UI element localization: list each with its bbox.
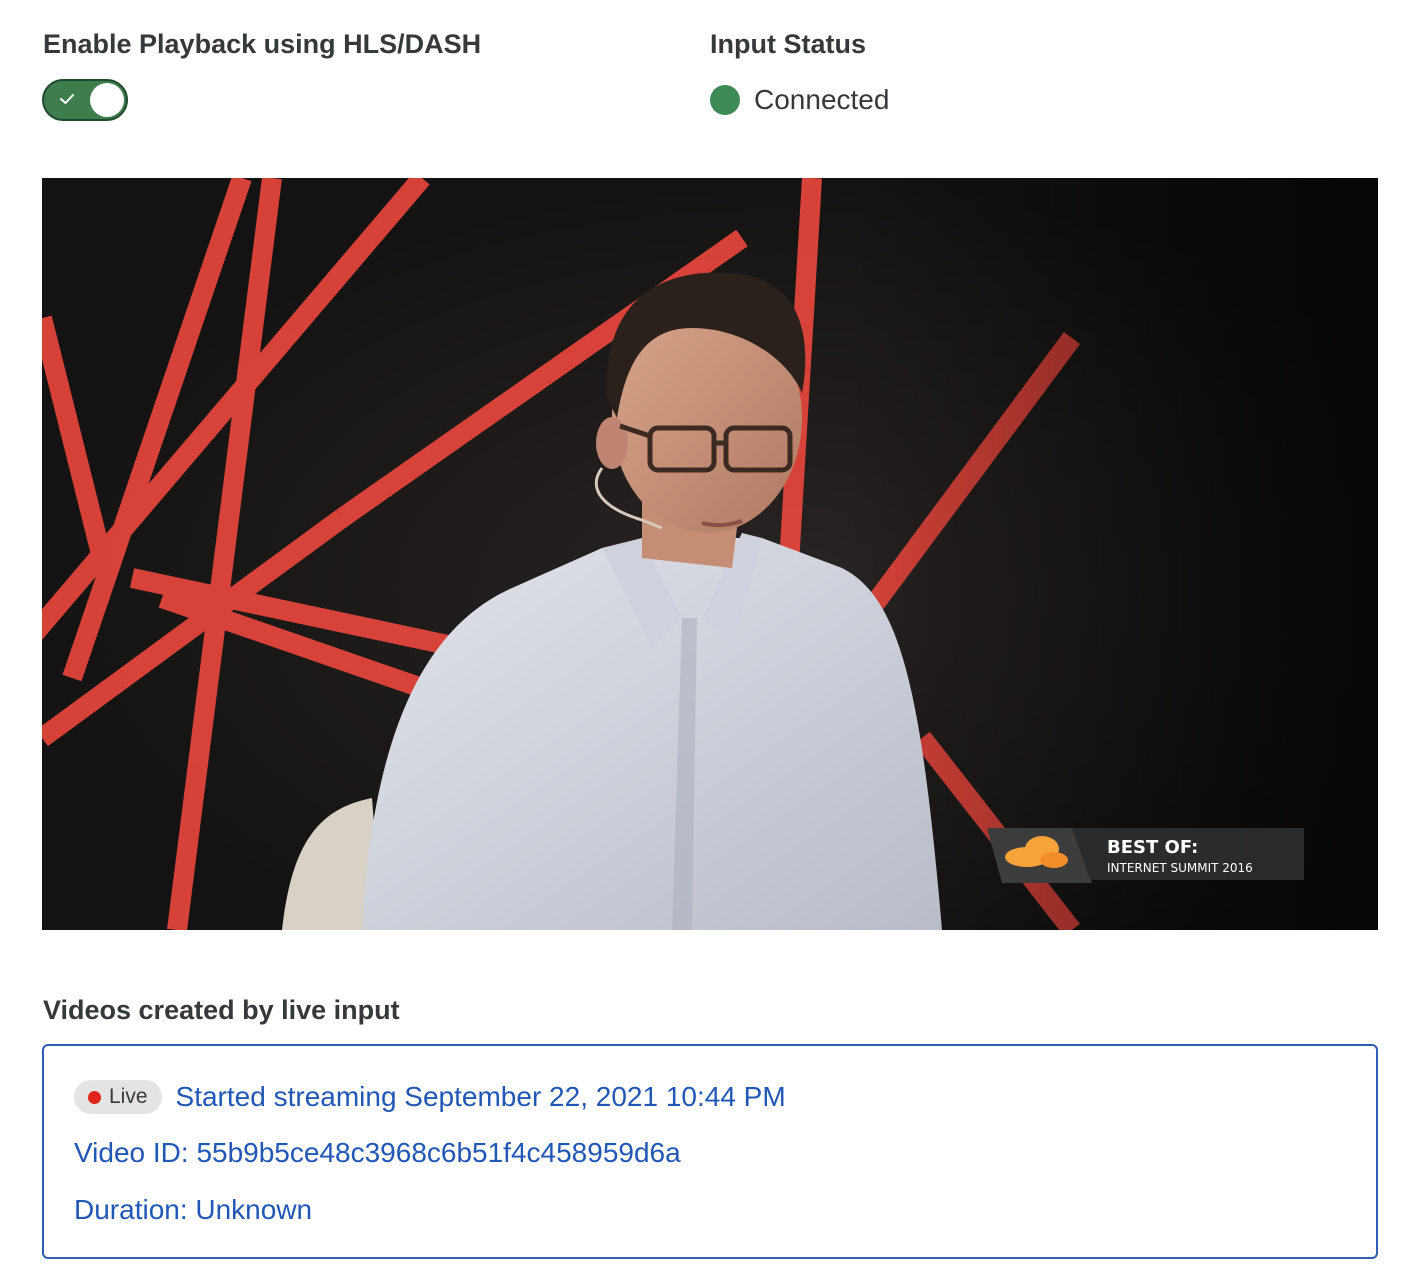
overlay-title: BEST OF: <box>1107 837 1198 858</box>
video-id-row: Video ID: 55b9b5ce48c3968c6b51f4c458959d… <box>74 1137 681 1169</box>
toggle-knob <box>90 83 124 117</box>
live-badge-label: Live <box>109 1085 148 1108</box>
video-frame: BEST OF: INTERNET SUMMIT 2016 <box>42 178 1378 930</box>
video-id-link[interactable]: Video ID: 55b9b5ce48c3968c6b51f4c458959d… <box>74 1137 681 1169</box>
duration-link[interactable]: Duration: Unknown <box>74 1194 312 1226</box>
status-dot-icon <box>710 85 740 115</box>
videos-heading: Videos created by live input <box>43 995 400 1025</box>
playback-label: Enable Playback using HLS/DASH <box>43 29 482 59</box>
live-dot-icon <box>88 1090 101 1104</box>
input-status: Connected <box>710 84 889 116</box>
live-badge: Live <box>74 1080 162 1114</box>
video-card: Live Started streaming September 22, 202… <box>42 1044 1378 1259</box>
checkmark-icon <box>60 94 74 104</box>
live-input-page: Enable Playback using HLS/DASH Input Sta… <box>0 0 1404 1270</box>
video-player[interactable]: BEST OF: INTERNET SUMMIT 2016 <box>42 178 1378 930</box>
event-logo-overlay: BEST OF: INTERNET SUMMIT 2016 <box>987 828 1304 883</box>
input-status-label: Input Status <box>710 29 866 59</box>
overlay-subtitle: INTERNET SUMMIT 2016 <box>1107 861 1253 875</box>
playback-toggle[interactable] <box>42 79 128 121</box>
status-text: Connected <box>754 84 890 115</box>
stream-row: Live Started streaming September 22, 202… <box>74 1080 786 1114</box>
started-streaming-link[interactable]: Started streaming September 22, 2021 10:… <box>176 1081 786 1113</box>
duration-row: Duration: Unknown <box>74 1194 312 1226</box>
